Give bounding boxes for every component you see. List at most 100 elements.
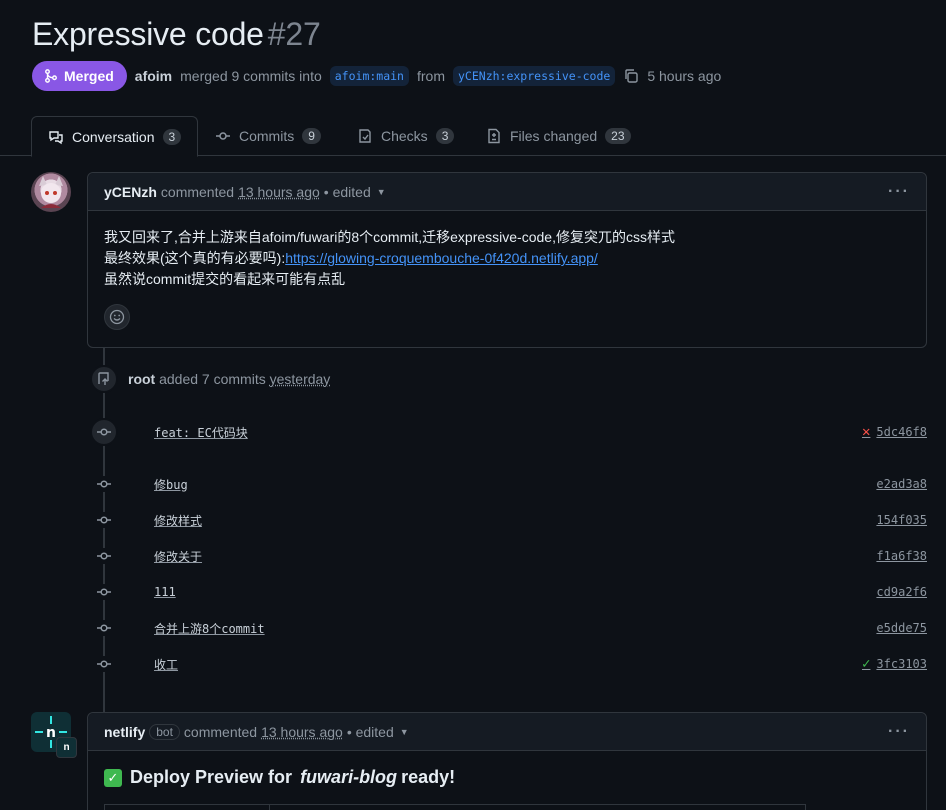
deploy-table (104, 804, 806, 810)
deploy-preview-heading: ✓ Deploy Preview for fuwari-blog ready! (104, 767, 910, 788)
commit-row-2: 修bug e2ad3a8 (96, 474, 927, 494)
comment-timestamp[interactable]: 13 hours ago (261, 724, 343, 740)
svg-text:n: n (46, 725, 56, 741)
kebab-menu-icon[interactable]: ··· (888, 183, 910, 201)
commit-dot-icon (96, 512, 112, 528)
deploy-site-name: fuwari-blog (300, 767, 397, 788)
comment-body: ✓ Deploy Preview for fuwari-blog ready! (88, 751, 926, 810)
from-text: from (417, 68, 445, 84)
commit-sha-text: 5dc46f8 (876, 425, 927, 439)
comment-ycenzh: yCENzh commented 13 hours ago • edited ▼… (87, 172, 927, 348)
merge-time: 5 hours ago (647, 68, 721, 84)
pr-title: Expressive code #27 (32, 16, 321, 53)
comment-body: 我又回来了,合并上游来自afoim/fuwari的8个commit,迁移expr… (88, 211, 926, 346)
comment-line-1: 我又回来了,合并上游来自afoim/fuwari的8个commit,迁移expr… (104, 227, 910, 248)
commit-row-7: 收工 ✓ 3fc3103 (96, 654, 927, 674)
merged-status-badge: Merged (32, 61, 127, 91)
tab-files-changed-label: Files changed (510, 128, 597, 144)
tab-conversation[interactable]: Conversation 3 (31, 116, 198, 157)
x-icon[interactable]: ✕ (862, 424, 870, 440)
merge-icon (44, 69, 58, 83)
commit-sha[interactable]: 154f035 (876, 513, 927, 527)
pr-title-text: Expressive code (32, 16, 264, 52)
commit-sha[interactable]: e2ad3a8 (876, 477, 927, 491)
commit-row-5: 111 cd9a2f6 (96, 582, 927, 602)
event-actor[interactable]: root (128, 371, 155, 387)
conversation-icon (48, 129, 64, 145)
kebab-menu-icon[interactable]: ··· (888, 723, 910, 741)
file-diff-icon (486, 128, 502, 144)
comment-header: yCENzh commented 13 hours ago • edited ▼… (88, 173, 926, 211)
commit-message[interactable]: 修改关于 (154, 548, 202, 565)
event-time[interactable]: yesterday (270, 371, 331, 387)
commit-sha[interactable]: cd9a2f6 (876, 585, 927, 599)
comment-author[interactable]: yCENzh (104, 184, 157, 200)
commit-dot-icon (96, 476, 112, 492)
commit-message[interactable]: 收工 (154, 656, 178, 673)
comment-edited[interactable]: • edited (347, 724, 394, 740)
head-branch[interactable]: yCENzh:expressive-code (453, 66, 615, 86)
commit-sha-text: 3fc3103 (876, 657, 927, 671)
commit-message[interactable]: 合并上游8个commit (154, 620, 265, 637)
bot-label: bot (149, 724, 180, 740)
comment-line-2: 最终效果(这个真的有必要吗):https://glowing-croquembo… (104, 248, 910, 269)
deploy-suffix: ready! (401, 767, 455, 788)
tab-conversation-label: Conversation (72, 129, 155, 145)
commit-message[interactable]: 111 (154, 585, 176, 599)
comment-author[interactable]: netlify (104, 724, 145, 740)
commit-row-3: 修改样式 154f035 (96, 510, 927, 530)
base-branch[interactable]: afoim:main (330, 66, 409, 86)
tab-checks[interactable]: Checks 3 (341, 116, 470, 156)
tab-files-changed-count: 23 (605, 128, 630, 144)
preview-link[interactable]: https://glowing-croquembouche-0f420d.net… (285, 250, 598, 266)
anime-avatar-icon (31, 172, 71, 212)
repo-push-icon (96, 371, 112, 387)
comment-line-3: 虽然说commit提交的看起来可能有点乱 (104, 269, 910, 290)
commit-message[interactable]: 修bug (154, 476, 188, 493)
commit-dot-icon (96, 620, 112, 636)
bot-badge-icon: n (56, 737, 77, 758)
check-icon[interactable]: ✓ (862, 656, 870, 672)
event-text: added 7 commits (159, 371, 266, 387)
merger-link[interactable]: afoim (135, 68, 172, 84)
tab-commits[interactable]: Commits 9 (199, 116, 337, 156)
comment-action: commented (184, 724, 257, 740)
comment-timestamp[interactable]: 13 hours ago (238, 184, 320, 200)
commit-sha[interactable]: ✕ 5dc46f8 (862, 424, 927, 440)
tab-files-changed[interactable]: Files changed 23 (470, 116, 647, 156)
commits-added-event: root added 7 commits yesterday (128, 371, 330, 387)
chevron-down-icon[interactable]: ▼ (400, 727, 409, 737)
comment-action: commented (161, 184, 234, 200)
checklist-icon (357, 128, 373, 144)
commit-dot-icon (96, 584, 112, 600)
commit-row-6: 合并上游8个commit e5dde75 (96, 618, 927, 638)
merge-description: merged 9 commits into (180, 68, 322, 84)
comment-edited[interactable]: • edited (324, 184, 371, 200)
commit-sha[interactable]: e5dde75 (876, 621, 927, 635)
repo-push-badge (90, 365, 118, 393)
pr-tabs: Conversation 3 Commits 9 Checks 3 Files … (0, 116, 946, 156)
commit-dot-icon (96, 548, 112, 564)
commit-icon (215, 128, 231, 144)
add-reaction-button[interactable] (104, 304, 130, 330)
comment-netlify: netlify bot commented 13 hours ago • edi… (87, 712, 927, 810)
chevron-down-icon[interactable]: ▼ (377, 187, 386, 197)
commit-message[interactable]: 修改样式 (154, 512, 202, 529)
commit-message[interactable]: feat: EC代码块 (154, 424, 248, 441)
commit-sha[interactable]: ✓ 3fc3103 (862, 656, 927, 672)
tab-checks-count: 3 (436, 128, 455, 144)
pr-meta: Merged afoim merged 9 commits into afoim… (32, 61, 721, 91)
commit-row-1: feat: EC代码块 ✕ 5dc46f8 (96, 422, 927, 442)
avatar-ycenzh[interactable] (31, 172, 71, 212)
commit-sha[interactable]: f1a6f38 (876, 549, 927, 563)
merged-status-label: Merged (64, 68, 114, 84)
tab-commits-label: Commits (239, 128, 294, 144)
smiley-icon (109, 309, 125, 325)
comment-line-2-prefix: 最终效果(这个真的有必要吗): (104, 250, 285, 266)
deploy-prefix: Deploy Preview for (130, 767, 292, 788)
copy-icon[interactable] (623, 68, 639, 84)
pr-number: #27 (268, 16, 321, 52)
tab-commits-count: 9 (302, 128, 321, 144)
commit-row-4: 修改关于 f1a6f38 (96, 546, 927, 566)
commit-dot-icon (96, 656, 112, 672)
